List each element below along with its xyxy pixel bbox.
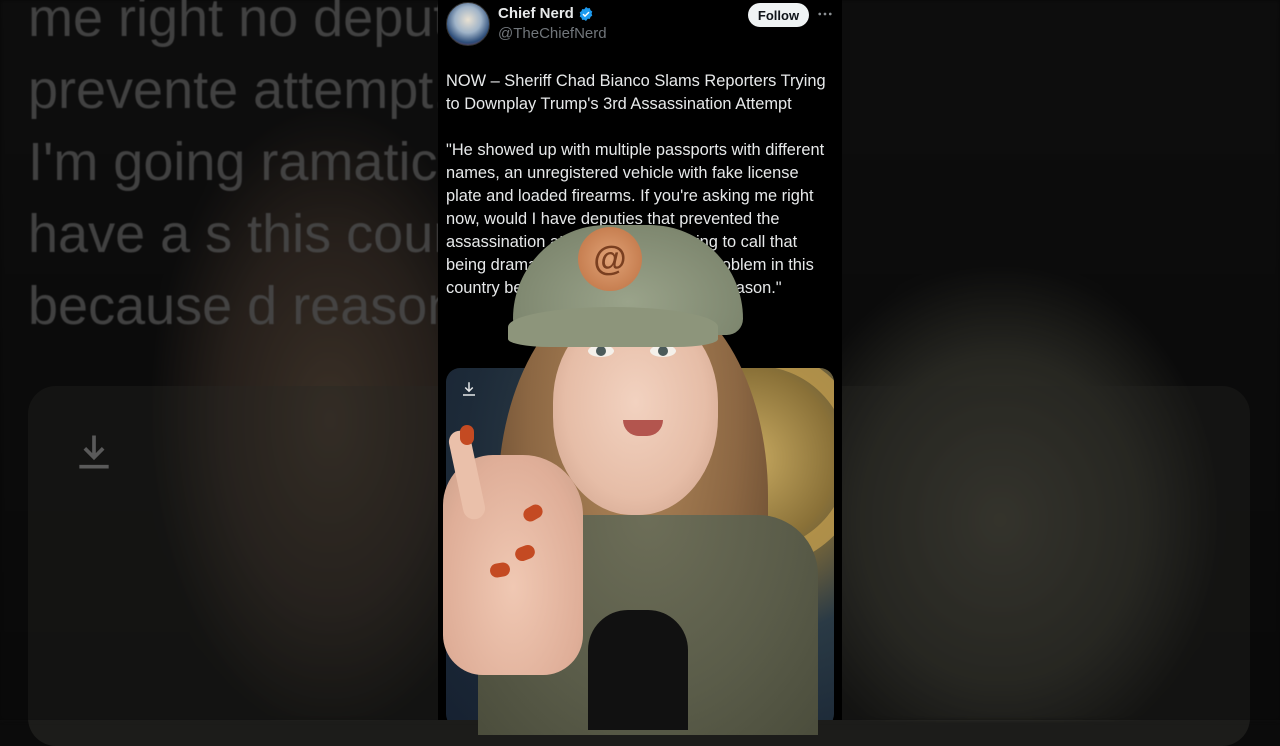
cap-logo-patch: @ xyxy=(578,227,642,291)
presenter-shirt xyxy=(588,610,688,730)
presenter-cap-brim xyxy=(508,307,718,347)
follow-button[interactable]: Follow xyxy=(748,3,809,27)
verified-badge-icon xyxy=(579,6,593,21)
author-handle[interactable]: @TheChiefNerd xyxy=(498,25,607,42)
avatar[interactable] xyxy=(446,2,490,46)
fingernail xyxy=(460,425,474,445)
tweet-header: Chief Nerd @TheChiefNerd Follow xyxy=(438,0,842,56)
more-options-icon[interactable] xyxy=(816,5,834,23)
author-display-name[interactable]: Chief Nerd xyxy=(498,5,574,22)
presenter-video-overlay: @ xyxy=(438,215,842,735)
author-name-row: Chief Nerd xyxy=(498,5,594,22)
